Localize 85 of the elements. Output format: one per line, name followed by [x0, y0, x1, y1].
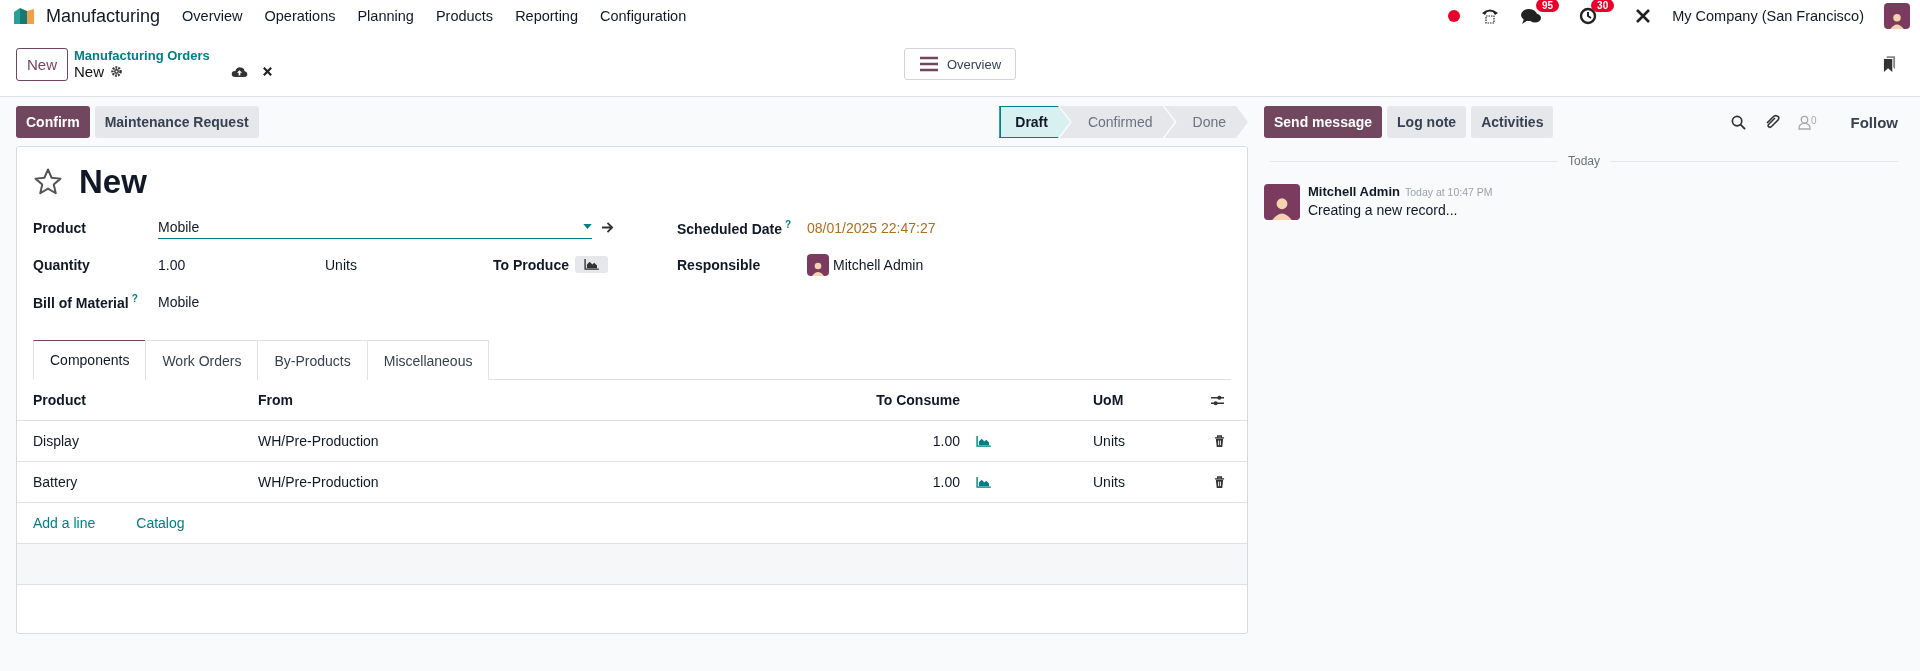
overview-button[interactable]: Overview: [903, 48, 1017, 80]
caret-icon: [583, 224, 592, 229]
menu-item[interactable]: Overview: [182, 8, 243, 24]
sliders-icon[interactable]: [1210, 393, 1225, 407]
table-cell-text: Units: [1093, 433, 1126, 449]
cloud-upload-icon[interactable]: [231, 65, 249, 78]
chatter-button[interactable]: Send message: [1264, 106, 1383, 138]
user-avatar: [1264, 184, 1300, 220]
company-switcher[interactable]: My Company (San Francisco): [1672, 8, 1864, 24]
action-button[interactable]: Maintenance Request: [94, 106, 259, 138]
table-cell-text: WH/Pre-Production: [258, 474, 380, 490]
star-icon[interactable]: [33, 167, 63, 197]
chart-icon: [583, 259, 599, 270]
table-cell-text: Display: [33, 433, 80, 449]
notebook-tab[interactable]: Components: [33, 340, 147, 380]
bom-value[interactable]: Mobile: [158, 293, 200, 310]
forecast-button[interactable]: [574, 256, 608, 273]
menu-item[interactable]: Planning: [357, 8, 414, 24]
arrow-right-icon[interactable]: [601, 222, 614, 233]
user-avatar[interactable]: [1884, 3, 1910, 29]
chart-icon[interactable]: [976, 435, 991, 447]
notebook-tab[interactable]: Work Orders: [145, 340, 259, 380]
status-dot-icon[interactable]: [1447, 10, 1460, 22]
app-name[interactable]: Manufacturing: [46, 5, 161, 27]
message-text: Creating a new record...: [1308, 202, 1459, 218]
help-tooltip-mark[interactable]: ?: [785, 218, 792, 230]
table-cell-text: WH/Pre-Production: [258, 433, 380, 449]
column-header: To Consume: [875, 392, 960, 408]
app-logo-icon[interactable]: [12, 6, 36, 26]
record-name: New: [74, 63, 105, 80]
chart-icon[interactable]: [976, 476, 991, 488]
table-cell-text: 1.00: [931, 474, 960, 490]
chatter-button[interactable]: Log note: [1387, 106, 1467, 138]
clock-icon[interactable]: [1579, 7, 1598, 25]
help-tooltip-mark[interactable]: ?: [131, 292, 138, 304]
message-author[interactable]: Mitchell Admin: [1308, 184, 1400, 199]
search-icon[interactable]: [1730, 114, 1746, 130]
column-header: UoM: [1093, 392, 1125, 408]
field-label: Responsible: [677, 256, 762, 273]
message-count-badge: 95: [1535, 0, 1560, 12]
table-cell-text: 1.00: [931, 433, 960, 449]
notebook-tab[interactable]: Miscellaneous: [366, 340, 490, 380]
menu-item[interactable]: Products: [435, 8, 494, 24]
trash-icon[interactable]: [1214, 475, 1225, 489]
product-select-field[interactable]: Mobile: [158, 216, 592, 239]
table-row[interactable]: Display WH/Pre-Production 1.00 Units: [17, 421, 1247, 462]
table-cell-text: Units: [1093, 474, 1126, 490]
new-button[interactable]: New: [16, 47, 68, 81]
column-header: Product: [33, 392, 87, 408]
date-value[interactable]: 08/01/2025 22:47:27: [807, 219, 936, 236]
menu-icon: [918, 56, 939, 72]
column-header: From: [258, 392, 294, 408]
action-button[interactable]: Confirm: [16, 106, 90, 138]
record-title: New: [79, 163, 147, 201]
follow-button[interactable]: Follow: [1844, 112, 1904, 132]
quantity-value[interactable]: 1.00: [158, 256, 325, 273]
field-label: Product: [33, 219, 87, 236]
field-label: To Produce: [493, 256, 569, 273]
chatter-button[interactable]: Activities: [1471, 106, 1554, 138]
breadcrumb-link[interactable]: Manufacturing Orders: [74, 48, 274, 63]
follower-count: 0: [1810, 114, 1817, 126]
menu-item[interactable]: Configuration: [600, 8, 687, 24]
table-row[interactable]: Battery WH/Pre-Production 1.00 Units: [17, 462, 1247, 503]
table-cell-text: Battery: [33, 474, 79, 490]
field-label: Bill of Material $^{?}$: [33, 292, 139, 311]
field-label: Quantity: [33, 256, 91, 273]
field-label: Scheduled Date $^{?}$: [677, 218, 793, 237]
status-stage[interactable]: Confirmed: [1059, 106, 1175, 138]
trash-icon[interactable]: [1214, 434, 1225, 448]
status-stage[interactable]: Done: [1164, 106, 1248, 138]
user-avatar: [807, 253, 829, 276]
date-separator: Today: [1568, 154, 1600, 168]
notebook-tab[interactable]: By-Products: [257, 340, 368, 380]
user-name[interactable]: Mitchell Admin: [833, 256, 924, 273]
add-line-link[interactable]: Catalog: [136, 515, 185, 531]
menu-item[interactable]: Reporting: [515, 8, 578, 24]
close-icon[interactable]: [262, 66, 274, 77]
status-stage[interactable]: Draft: [999, 106, 1070, 138]
menu-item[interactable]: Operations: [264, 8, 336, 24]
bookmark-icon[interactable]: [1883, 55, 1896, 73]
message-time: Today at 10:47 PM: [1404, 186, 1493, 198]
unit-value[interactable]: Units: [325, 256, 493, 273]
chat-icon[interactable]: [1519, 7, 1542, 25]
add-line-link[interactable]: Add a line: [33, 515, 96, 531]
activity-count-badge: 30: [1591, 0, 1615, 12]
